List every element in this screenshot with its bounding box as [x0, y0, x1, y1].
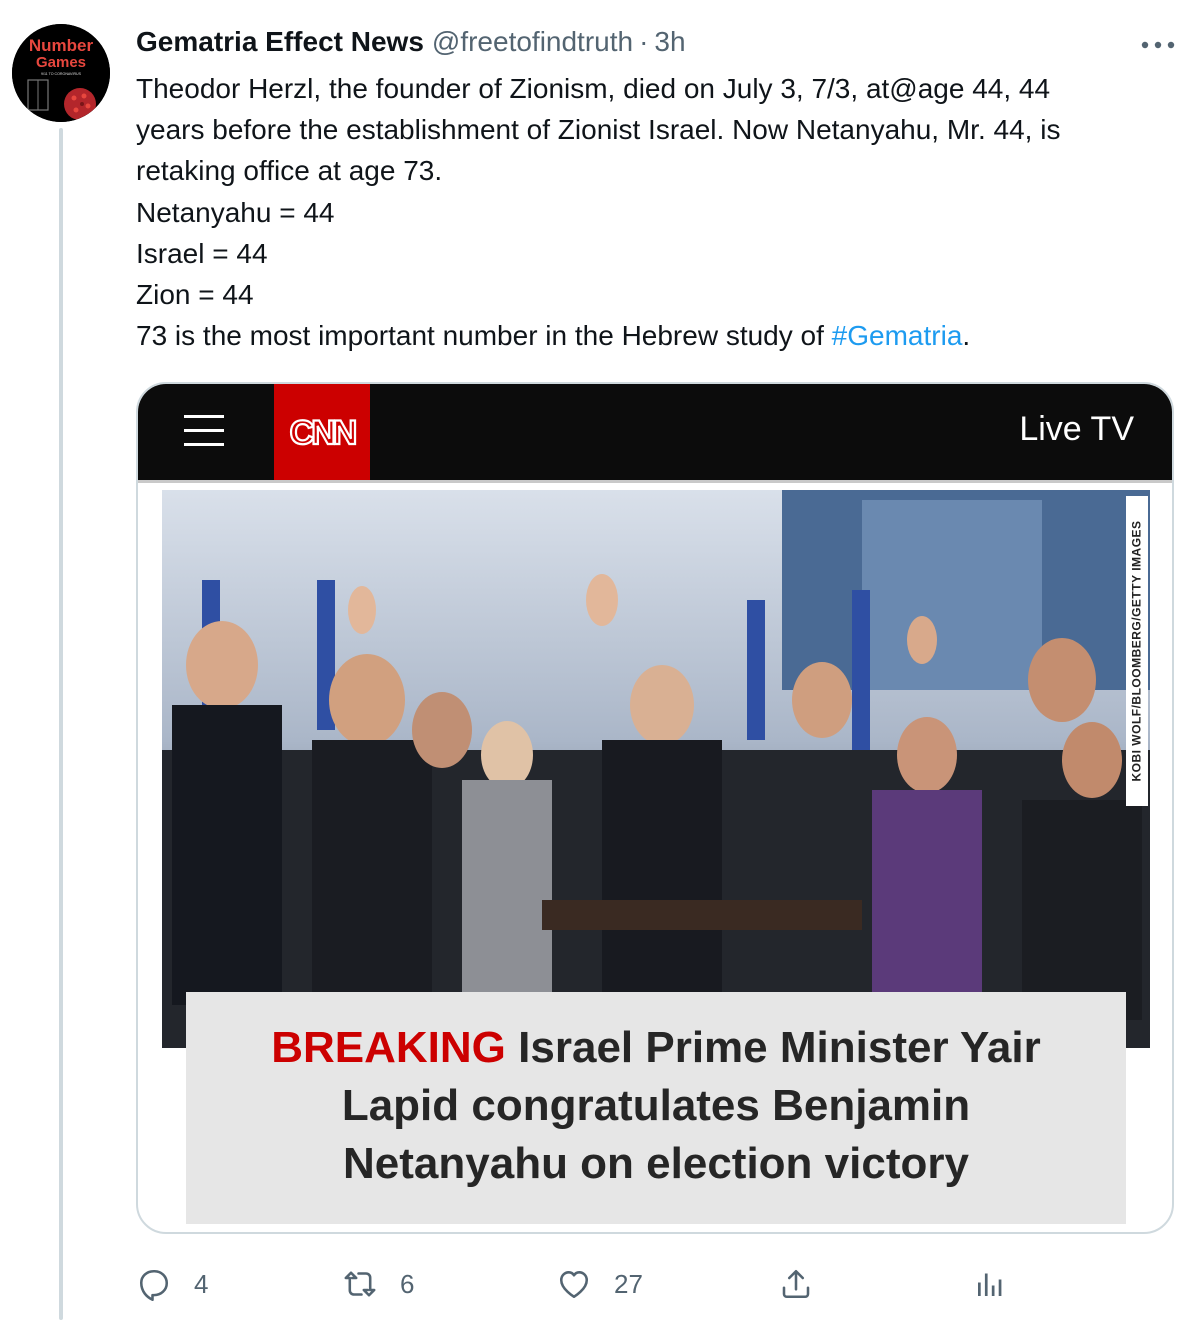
separator: · — [639, 26, 649, 57]
more-button[interactable] — [1138, 30, 1178, 60]
tweet-last-text: 73 is the most important number in the H… — [136, 320, 832, 352]
tweet-line: years before the establishment of Zionis… — [136, 114, 1061, 146]
news-photo: KOBI WOLF/BLOOMBERG/GETTY IMAGES — [162, 490, 1150, 1048]
avatar-line2: Games — [36, 54, 86, 71]
handle[interactable]: @freetofindtruth — [432, 26, 633, 58]
tweet-line: retaking office at age 73. — [136, 155, 443, 187]
reply-icon — [139, 1269, 169, 1302]
like-count: 27 — [614, 1268, 643, 1299]
tweet-last-suffix: . — [962, 320, 971, 352]
like-icon — [559, 1271, 589, 1299]
nav-divider — [138, 480, 1172, 483]
display-name[interactable]: Gematria Effect News — [136, 26, 424, 58]
tweet-line: Zion = 44 — [136, 279, 254, 311]
cnn-logo-text: CNN — [290, 414, 356, 452]
timestamp[interactable]: 3h — [654, 26, 685, 58]
reply-count: 4 — [194, 1268, 209, 1299]
tweet-text: Theodor Herzl, the founder of Zionism, d… — [136, 68, 1176, 356]
headline-line: Lapid congratulates Benjamin — [341, 1081, 971, 1130]
avatar-image: Number Games 9/11 TO CORONAVIRUS — [12, 24, 110, 122]
tweet-actions: 4 6 27 — [136, 1262, 1176, 1306]
retweet-count: 6 — [400, 1268, 415, 1299]
share-icon — [782, 1269, 810, 1299]
headline-line: Netanyahu on election victory — [343, 1139, 969, 1188]
headline-line: Israel Prime Minister Yair — [518, 1023, 1041, 1072]
like-button[interactable]: 27 — [556, 1262, 643, 1306]
tweet-line: Israel = 44 — [136, 237, 268, 269]
avatar[interactable]: Number Games 9/11 TO CORONAVIRUS — [12, 24, 110, 122]
avatar-tagline: 9/11 TO CORONAVIRUS — [41, 72, 82, 76]
analytics-button[interactable] — [972, 1262, 1008, 1306]
hashtag-link[interactable]: #Gematria — [832, 320, 963, 351]
more-icon — [1141, 41, 1175, 49]
tweet-header: Gematria Effect News @freetofindtruth · … — [136, 26, 686, 62]
media-card[interactable]: CNN Live TV KOBI WOLF/BLOOMBERG/GETTY IM… — [136, 382, 1174, 1234]
headline-box: BREAKING Israel Prime Minister Yair Lapi… — [186, 992, 1126, 1224]
photo-credit: KOBI WOLF/BLOOMBERG/GETTY IMAGES — [1126, 496, 1148, 806]
photo-credit-text: KOBI WOLF/BLOOMBERG/GETTY IMAGES — [1130, 520, 1145, 782]
retweet-button[interactable]: 6 — [342, 1262, 414, 1306]
thread-line — [59, 128, 63, 1320]
retweet-icon — [344, 1271, 376, 1297]
breaking-label: BREAKING — [271, 1023, 506, 1072]
share-button[interactable] — [778, 1262, 814, 1306]
tweet-line: Netanyahu = 44 — [136, 196, 335, 228]
avatar-line1: Number — [29, 36, 94, 55]
headline: BREAKING Israel Prime Minister Yair Lapi… — [271, 1019, 1041, 1193]
analytics-icon — [978, 1273, 1002, 1296]
menu-icon — [182, 409, 226, 453]
tweet-line: Theodor Herzl, the founder of Zionism, d… — [136, 73, 1051, 104]
crowd-photo-illustration — [162, 490, 1150, 1048]
cnn-logo: CNN — [274, 384, 370, 480]
live-tv-link: Live TV — [1019, 410, 1134, 448]
reply-button[interactable]: 4 — [136, 1262, 208, 1306]
tweet-line-last: 73 is the most important number in the H… — [136, 315, 1176, 356]
cnn-nav-bar: CNN Live TV — [138, 384, 1172, 480]
